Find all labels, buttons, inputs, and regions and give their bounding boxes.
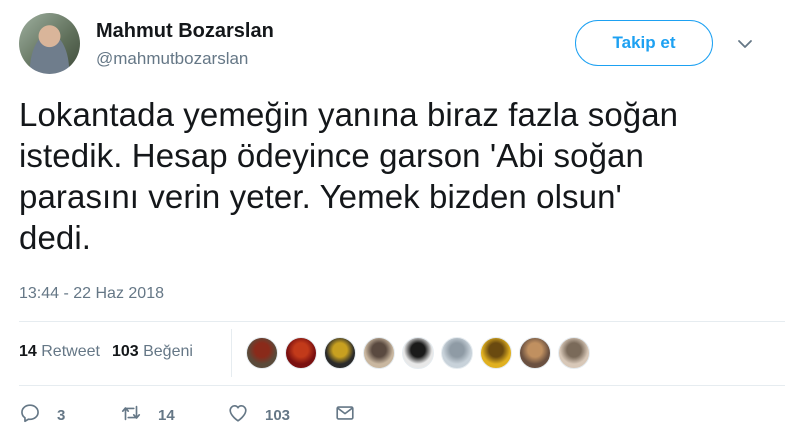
tweet-text-line: dedi.	[19, 219, 92, 256]
divider	[19, 321, 785, 322]
liker-avatar[interactable]	[246, 337, 278, 369]
tweet-text: Lokantada yemeğin yanına biraz fazla soğ…	[19, 94, 759, 258]
direct-message-button[interactable]	[334, 402, 356, 428]
stats-separator	[231, 329, 232, 377]
chevron-down-icon[interactable]	[737, 36, 753, 52]
liker-avatar[interactable]	[519, 337, 551, 369]
retweet-stat-label: Retweet	[41, 343, 100, 360]
reply-icon	[19, 402, 41, 428]
user-handle[interactable]: @mahmutbozarslan	[96, 49, 248, 69]
liker-avatar[interactable]	[324, 337, 356, 369]
retweet-stat[interactable]: 14 Retweet	[19, 343, 100, 361]
liker-avatar[interactable]	[402, 337, 434, 369]
like-stat[interactable]: 103 Beğeni	[112, 343, 193, 361]
tweet-timestamp[interactable]: 13:44 - 22 Haz 2018	[19, 285, 164, 303]
tweet-text-line: Lokantada yemeğin yanına biraz fazla soğ…	[19, 96, 679, 133]
tweet-stats: 14 Retweet 103 Beğeni	[19, 343, 193, 361]
user-name[interactable]: Mahmut Bozarslan	[96, 20, 274, 43]
liker-avatars	[246, 337, 590, 369]
heart-icon	[227, 402, 249, 428]
tweet-text-line: parasını verin yeter. Yemek bizden olsun…	[19, 178, 622, 215]
divider	[19, 385, 785, 386]
liker-avatar[interactable]	[285, 337, 317, 369]
retweet-count: 14	[158, 406, 175, 424]
tweet-text-line: istedik. Hesap ödeyince garson 'Abi soğa…	[19, 137, 644, 174]
follow-button[interactable]: Takip et	[575, 20, 713, 66]
reply-count: 3	[57, 406, 66, 424]
retweet-icon	[120, 402, 142, 428]
like-stat-count: 103	[111, 343, 139, 360]
retweet-stat-count: 14	[19, 343, 37, 360]
liker-avatar[interactable]	[480, 337, 512, 369]
retweet-button[interactable]: 14	[120, 402, 227, 428]
avatar[interactable]	[19, 13, 80, 74]
reply-button[interactable]: 3	[19, 402, 120, 428]
liker-avatar[interactable]	[363, 337, 395, 369]
like-count: 103	[265, 406, 291, 424]
like-button[interactable]: 103	[227, 402, 334, 428]
like-stat-label: Beğeni	[143, 343, 193, 360]
action-bar: 3 14 103	[19, 402, 356, 428]
liker-avatar[interactable]	[558, 337, 590, 369]
liker-avatar[interactable]	[441, 337, 473, 369]
mail-icon	[334, 402, 356, 428]
